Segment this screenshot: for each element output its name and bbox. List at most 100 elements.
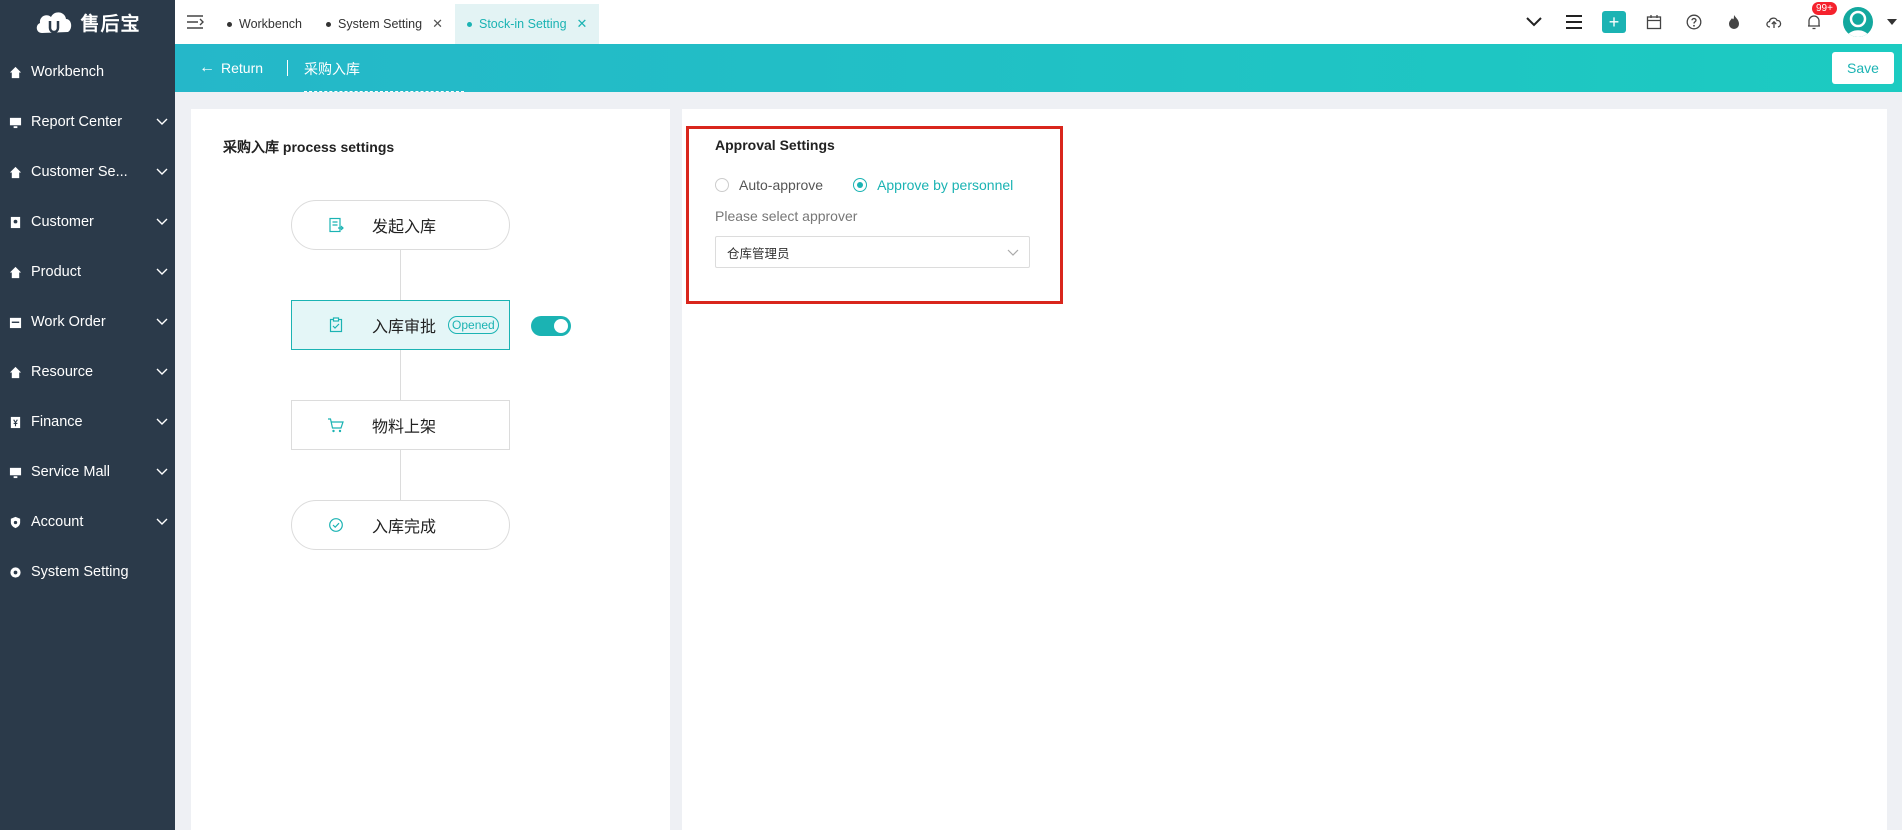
bell-icon [1808, 15, 1820, 30]
list-icon[interactable] [1554, 0, 1594, 44]
sidebar-item-label: Customer [31, 214, 94, 230]
flow-node-label: 发起入库 [372, 219, 437, 236]
monitor-icon [8, 115, 22, 129]
logo-text: 售后宝 [80, 13, 141, 35]
cloud-upload-icon[interactable] [1754, 0, 1794, 44]
sidebar-item-customer[interactable]: Customer [0, 197, 175, 247]
chevron-down-icon [149, 418, 175, 426]
chevron-down-icon [149, 318, 175, 326]
chevron-down-icon [149, 268, 175, 276]
save-button[interactable]: Save [1832, 52, 1894, 84]
tab-label: System Setting [338, 17, 423, 31]
sidebar-item-report-center[interactable]: Report Center [0, 97, 175, 147]
gear-icon [8, 565, 22, 579]
sidebar-item-resource[interactable]: Resource [0, 347, 175, 397]
cart-icon [326, 415, 346, 435]
flow-node-start[interactable]: 发起入库 [291, 200, 510, 250]
close-icon[interactable]: ✕ [432, 16, 443, 32]
chevron-down-icon [149, 218, 175, 226]
shield-icon [8, 515, 22, 529]
home-icon [8, 365, 22, 379]
sidebar-item-label: Report Center [31, 114, 123, 130]
calendar-icon[interactable] [1634, 0, 1674, 44]
sidebar-item-workbench[interactable]: Workbench [0, 47, 175, 97]
process-panel: 采购入库 process settings 发起入库 入库审批 Opened 物… [191, 109, 670, 830]
sidebar-item-label: Customer Se... [31, 164, 128, 180]
document-icon [326, 215, 346, 235]
sidebar-item-work-order[interactable]: Work Order [0, 297, 175, 347]
sidebar-item-customer-service[interactable]: Customer Se... [0, 147, 175, 197]
chevron-down-icon[interactable] [1514, 0, 1554, 44]
sidebar-item-service-mall[interactable]: Service Mall [0, 447, 175, 497]
check-circle-icon [326, 515, 346, 535]
approver-label: Please select approver [715, 208, 858, 224]
tab-dot [227, 21, 232, 27]
finance-icon [8, 415, 22, 429]
sidebar-item-product[interactable]: Product [0, 247, 175, 297]
home-icon [8, 265, 22, 279]
user-menu[interactable] [1834, 0, 1882, 44]
plus-icon: + [1602, 11, 1626, 33]
page-title: 采购入库 [304, 53, 465, 92]
flame-icon[interactable] [1714, 0, 1754, 44]
sidebar-item-finance[interactable]: Finance [0, 397, 175, 447]
return-button[interactable]: ← Return [199, 59, 263, 77]
close-icon[interactable]: ✕ [577, 16, 588, 32]
sidebar-item-label: Service Mall [31, 464, 110, 480]
approval-toggle[interactable] [531, 316, 571, 336]
return-label: Return [221, 60, 264, 76]
sidebar-item-label: Resource [31, 364, 94, 380]
approve-by-personnel-radio[interactable]: Approve by personnel [853, 177, 1013, 193]
tab-dot [466, 21, 472, 27]
sidebar-item-label: Workbench [31, 64, 105, 80]
chevron-down-icon [149, 368, 175, 376]
logo[interactable]: 售后宝 [0, 0, 175, 44]
home-icon [8, 165, 22, 179]
flow-node-complete[interactable]: 入库完成 [291, 500, 510, 550]
status-badge: Opened [448, 316, 499, 334]
home-icon [8, 65, 22, 79]
tab-system-setting[interactable]: System Setting ✕ [314, 4, 455, 44]
tab-dot [326, 21, 331, 27]
avatar [1843, 7, 1873, 37]
contact-card-icon [8, 215, 22, 229]
toggle-knob [554, 319, 568, 333]
sidebar-item-system-setting[interactable]: System Setting [0, 547, 175, 597]
page-header: ← Return 采购入库 Save [175, 44, 1902, 92]
approval-settings-title: Approval Settings [715, 137, 835, 153]
process-title: 采购入库 process settings [223, 139, 395, 155]
approver-select[interactable]: 仓库管理员 [715, 236, 1030, 268]
logo-icon [34, 7, 74, 37]
monitor-icon [8, 465, 22, 479]
tab-label: Workbench [239, 17, 302, 31]
chevron-down-icon [1007, 246, 1019, 260]
flow-node-shelving[interactable]: 物料上架 [291, 400, 510, 450]
divider [287, 60, 289, 76]
approver-value: 仓库管理员 [727, 246, 790, 261]
flow-node-label: 物料上架 [372, 419, 437, 436]
radio-label: Approve by personnel [877, 177, 1014, 193]
tab-stock-in-setting[interactable]: Stock-in Setting ✕ [454, 4, 600, 44]
top-toolbar: + 99+ [1514, 0, 1902, 44]
flow-node-approval[interactable]: 入库审批 Opened [291, 300, 510, 350]
sidebar-item-label: Work Order [31, 314, 106, 330]
flow-node-label: 入库完成 [372, 519, 437, 536]
sidebar-item-label: Product [31, 264, 81, 280]
chevron-down-icon [149, 468, 175, 476]
caret-down-icon[interactable] [1882, 0, 1902, 44]
help-icon[interactable] [1674, 0, 1714, 44]
radio-circle [715, 178, 729, 192]
approval-mode-group: Auto-approve Approve by personnel [715, 177, 1043, 193]
flow-node-label: 入库审批 [372, 319, 437, 336]
menu-collapse-icon[interactable] [175, 0, 215, 44]
sidebar-item-account[interactable]: Account [0, 497, 175, 547]
tab-workbench[interactable]: Workbench [215, 4, 314, 44]
plus-button[interactable]: + [1594, 0, 1634, 44]
chevron-down-icon [149, 518, 175, 526]
approval-panel: Approval Settings Auto-approve Approve b… [682, 109, 1887, 830]
calendar-icon [8, 315, 22, 329]
notification-button[interactable]: 99+ [1794, 0, 1837, 44]
chevron-down-icon [149, 118, 175, 126]
auto-approve-radio[interactable]: Auto-approve [715, 177, 823, 193]
sidebar: 售后宝 Workbench Report Center Customer Se.… [0, 0, 175, 830]
